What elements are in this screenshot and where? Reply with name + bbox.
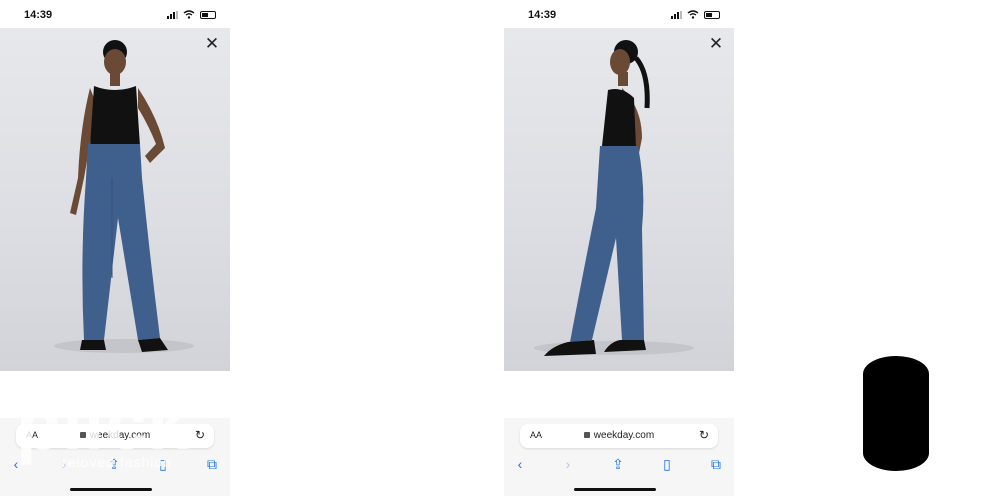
plick-watermark: plick reloved fashion <box>16 384 196 480</box>
forward-icon[interactable]: › <box>558 454 578 474</box>
home-indicator <box>70 488 152 491</box>
url-text: weekday.com <box>593 430 655 441</box>
status-icons <box>671 10 720 19</box>
back-icon[interactable]: ‹ <box>510 454 530 474</box>
wifi-icon <box>183 10 195 19</box>
watermark-tagline: reloved fashion <box>62 454 172 470</box>
tabs-icon[interactable]: ⧉ <box>202 454 222 474</box>
reload-icon[interactable]: ↻ <box>195 428 205 442</box>
url-display: weekday.com <box>520 430 718 441</box>
watermark-brand: plick <box>16 382 190 465</box>
browser-toolbar: ‹ › ⇪ ▯ ⧉ <box>504 454 734 476</box>
signal-icon <box>167 10 178 19</box>
home-indicator <box>574 488 656 491</box>
bookmarks-icon[interactable]: ▯ <box>657 454 677 474</box>
reload-icon[interactable]: ↻ <box>699 428 709 442</box>
product-photo-side[interactable]: ✕ <box>504 28 734 371</box>
battery-icon <box>704 10 720 19</box>
browser-bar: AA weekday.com ↻ ‹ › ⇪ ▯ ⧉ <box>504 418 734 496</box>
model-side-figure <box>534 40 694 356</box>
status-bar: 14:39 <box>504 0 734 28</box>
status-bar: 14:39 <box>0 0 230 28</box>
close-button[interactable]: ✕ <box>708 35 724 52</box>
wifi-icon <box>687 10 699 19</box>
share-icon[interactable]: ⇪ <box>608 454 628 474</box>
close-button[interactable]: ✕ <box>204 35 220 52</box>
phone-screen-right: 14:39 ✕ AA weekday.com ↻ ‹ › ⇪ ▯ ⧉ <box>504 0 734 496</box>
battery-icon <box>200 10 216 19</box>
status-time: 14:39 <box>528 9 557 21</box>
model-front-figure <box>54 40 194 353</box>
tabs-icon[interactable]: ⧉ <box>706 454 726 474</box>
status-time: 14:39 <box>24 9 53 21</box>
phone-screen-left: 14:39 ✕ AA weekday.com ↻ ‹ › ⇪ ▯ ⧉ plick… <box>0 0 230 496</box>
black-pill-shape <box>863 356 929 471</box>
address-bar[interactable]: AA weekday.com ↻ <box>520 424 718 448</box>
lock-icon <box>583 432 590 438</box>
status-icons <box>167 10 216 19</box>
product-photo-front[interactable]: ✕ <box>0 28 230 371</box>
signal-icon <box>671 10 682 19</box>
